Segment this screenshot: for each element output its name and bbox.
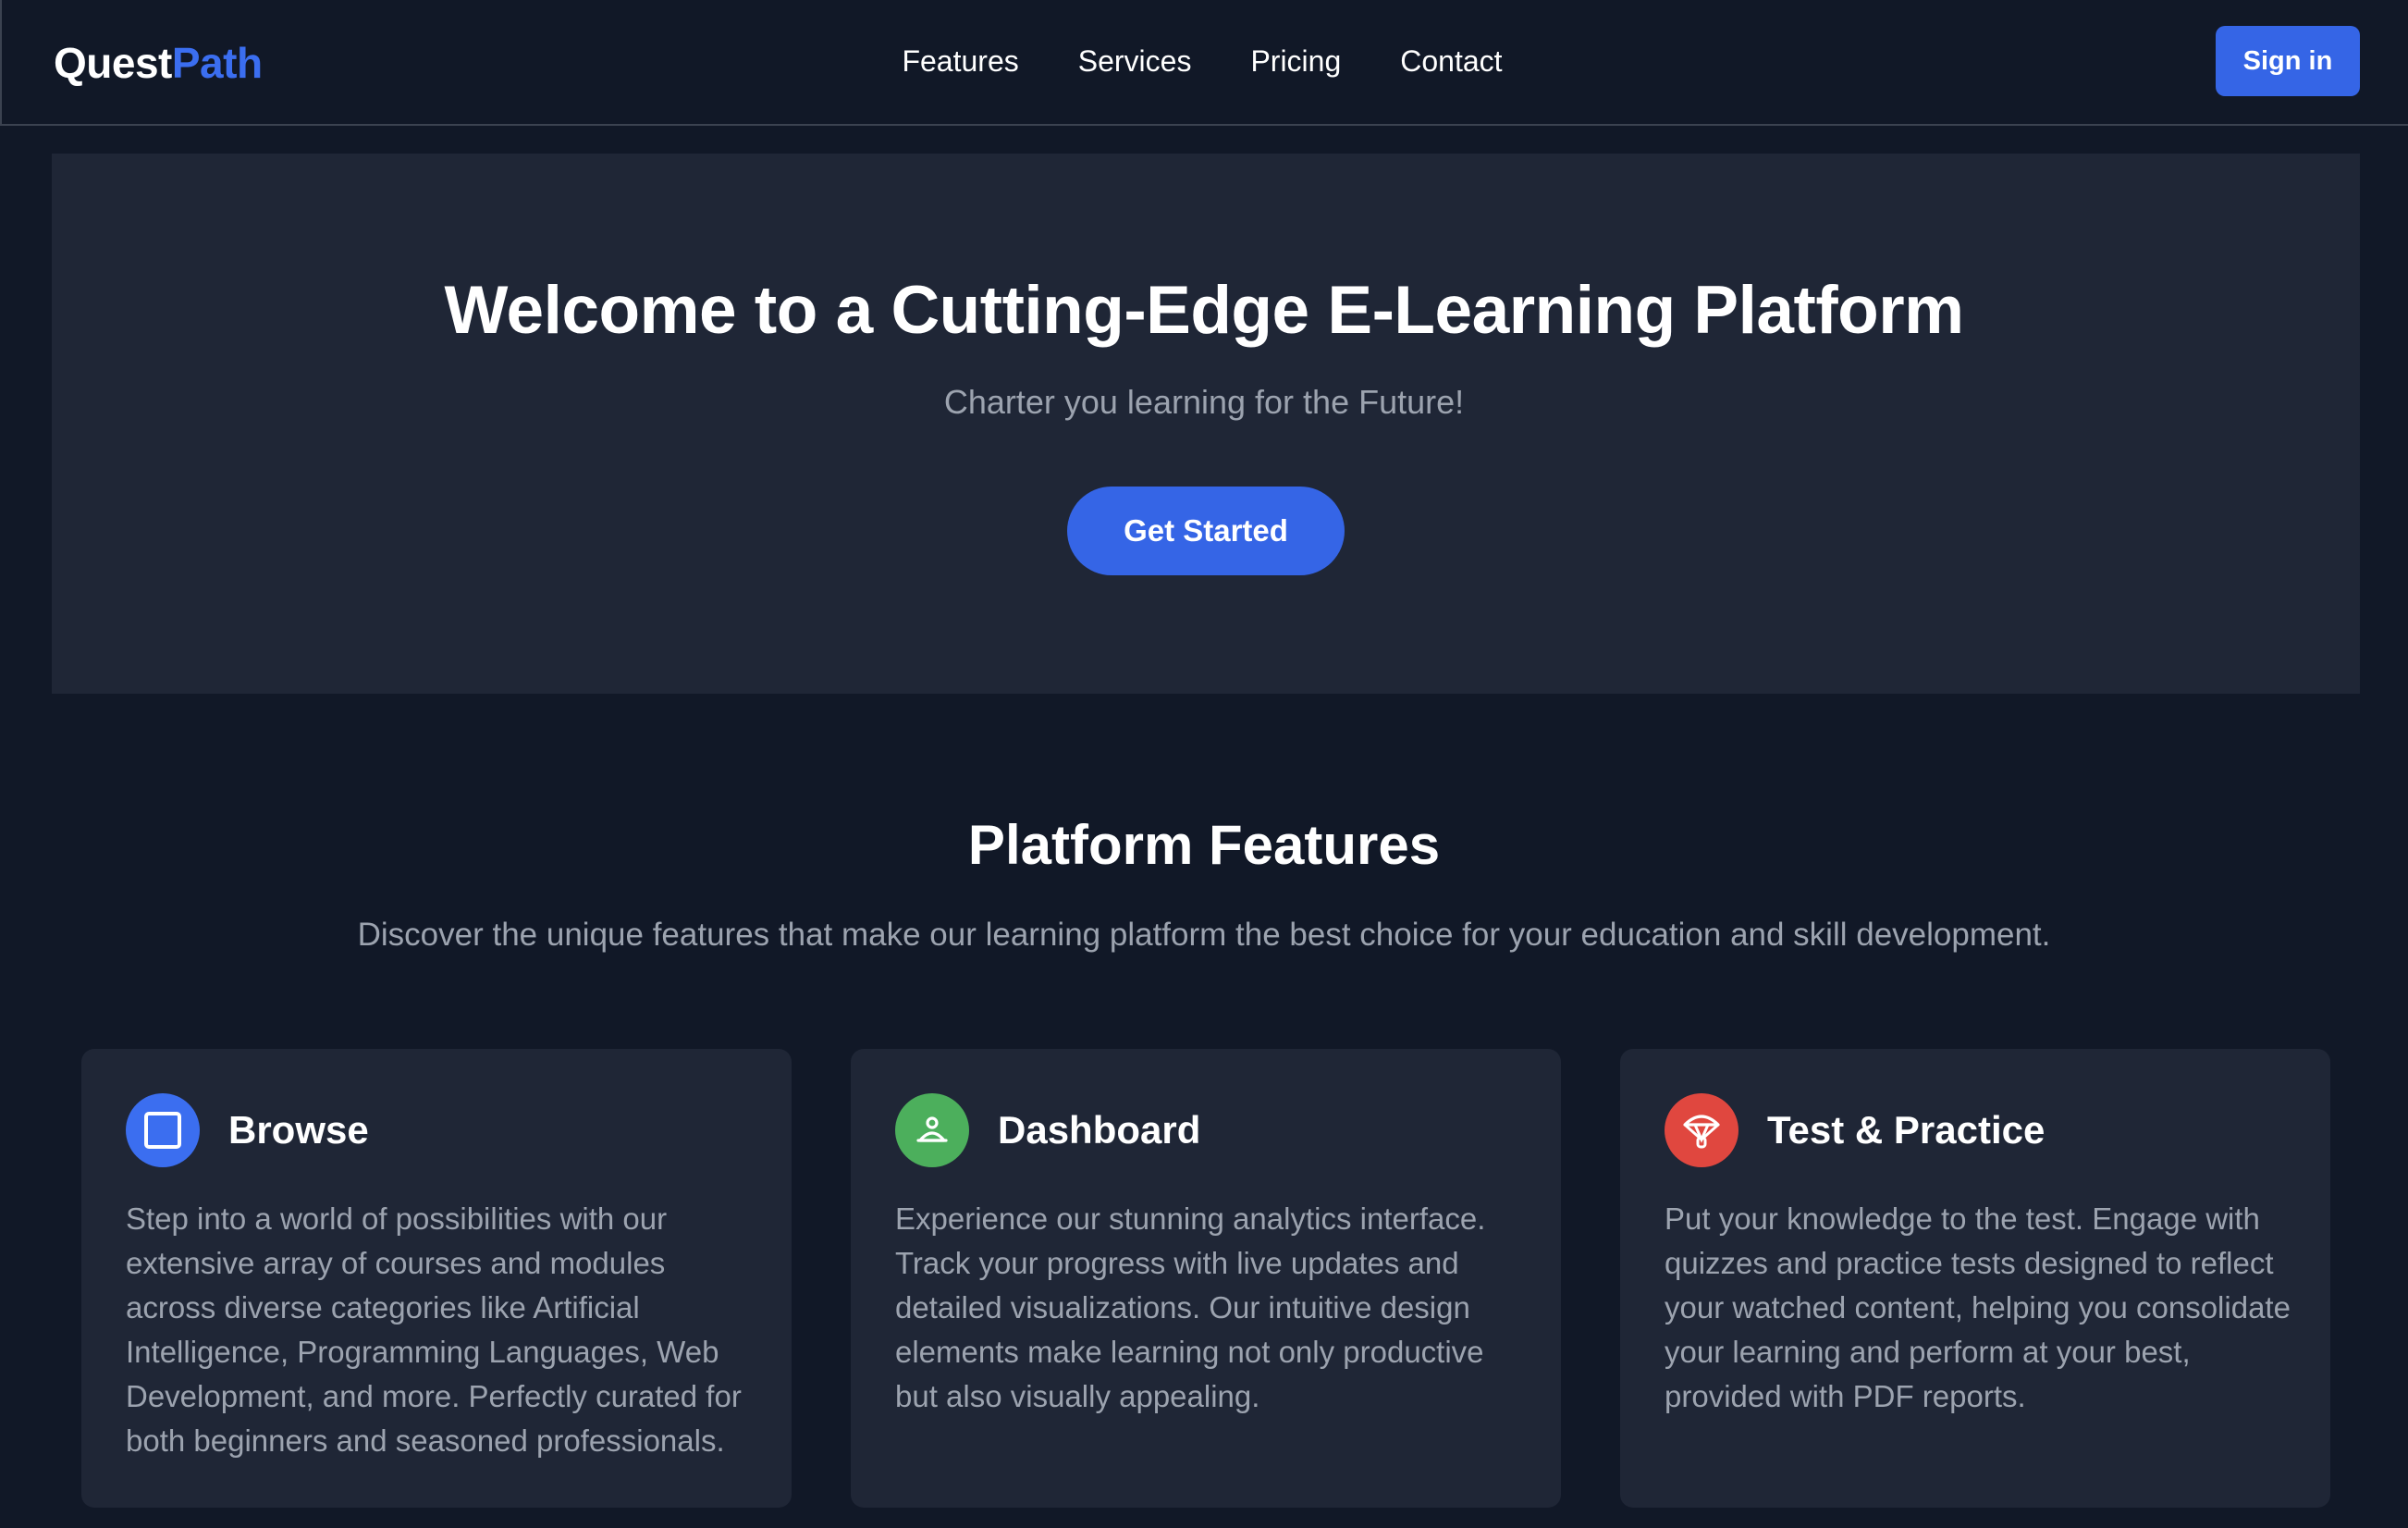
user-dashboard-icon (895, 1093, 969, 1167)
feature-card-browse: Browse Step into a world of possibilitie… (81, 1049, 792, 1508)
nav-link-features[interactable]: Features (872, 41, 1048, 81)
top-navbar: QuestPath Features Services Pricing Cont… (0, 0, 2408, 126)
feature-card-title: Dashboard (998, 1108, 1201, 1152)
feature-card-title: Test & Practice (1767, 1108, 2046, 1152)
square-icon (126, 1093, 200, 1167)
nav-link-contact[interactable]: Contact (1370, 41, 1531, 81)
feature-card-title: Browse (228, 1108, 369, 1152)
hero-title: Welcome to a Cutting-Edge E-Learning Pla… (444, 273, 1964, 348)
nav-link-services[interactable]: Services (1049, 41, 1222, 81)
features-title: Platform Features (967, 814, 1441, 876)
feature-card-description: Put your knowledge to the test. Engage w… (1665, 1201, 2291, 1413)
feature-card-dashboard: Dashboard Experience our stunning analyt… (851, 1049, 1561, 1508)
brand-logo-part-a: Quest (54, 39, 172, 87)
parachute-icon (1665, 1093, 1738, 1167)
feature-card-description: Step into a world of possibilities with … (126, 1201, 742, 1458)
feature-card-description: Experience our stunning analytics interf… (895, 1201, 1486, 1413)
features-subtitle: Discover the unique features that make o… (357, 917, 2051, 953)
hero-subtitle: Charter you learning for the Future! (943, 383, 1465, 421)
main-nav: Features Services Pricing Contact (2, 41, 2408, 81)
feature-card-test-practice: Test & Practice Put your knowledge to th… (1620, 1049, 2330, 1508)
brand-logo[interactable]: QuestPath (54, 35, 263, 91)
brand-logo-part-b: Path (171, 39, 263, 87)
get-started-button[interactable]: Get Started (1067, 487, 1345, 575)
nav-link-pricing[interactable]: Pricing (1221, 41, 1370, 81)
sign-in-button[interactable]: Sign in (2216, 26, 2360, 96)
